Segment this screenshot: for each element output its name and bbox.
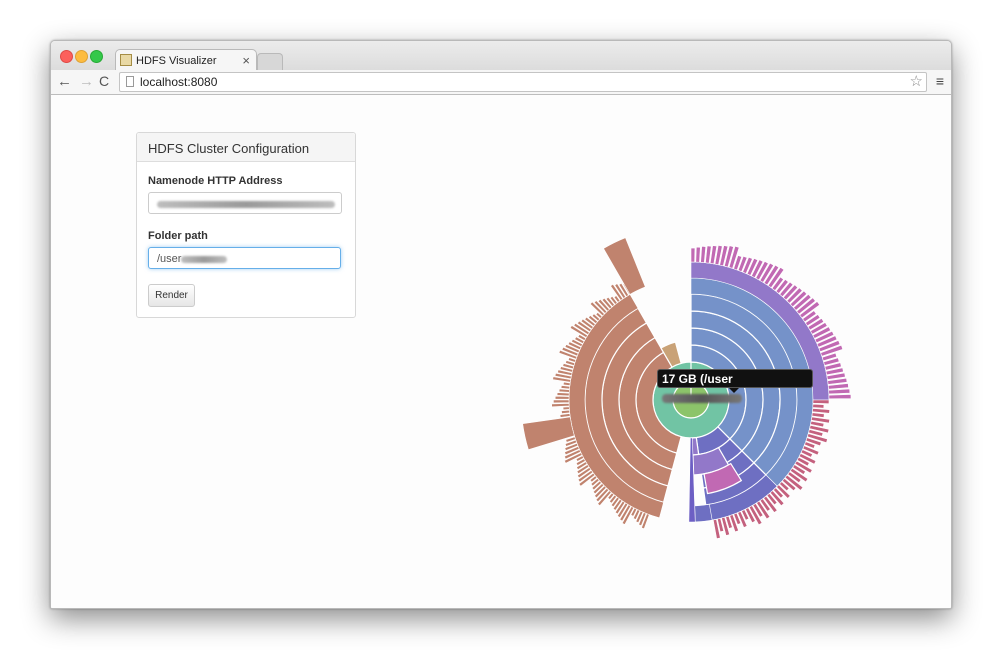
page-icon bbox=[126, 76, 134, 87]
sunburst-fringe-brown[interactable] bbox=[562, 381, 571, 386]
reload-icon[interactable]: C bbox=[99, 73, 109, 90]
panel-heading: HDFS Cluster Configuration bbox=[137, 133, 355, 162]
sunburst-fringe-brown[interactable] bbox=[553, 399, 570, 404]
tooltip-arrow bbox=[729, 388, 739, 393]
sunburst-fringe-brown[interactable] bbox=[551, 403, 570, 408]
sunburst-fringe-pink[interactable] bbox=[812, 408, 830, 414]
folder-path-label: Folder path bbox=[148, 230, 208, 242]
tooltip-text: 17 GB (/user bbox=[662, 372, 733, 386]
sunburst-fringe-brown[interactable] bbox=[562, 406, 570, 411]
window-minimize-button[interactable] bbox=[75, 50, 88, 63]
sunburst-tooltip: 17 GB (/user bbox=[657, 369, 813, 404]
cluster-config-panel: HDFS Cluster Configuration Namenode HTTP… bbox=[136, 132, 356, 318]
forward-arrow-icon[interactable]: → bbox=[79, 73, 94, 90]
browser-menu-icon[interactable]: ≡ bbox=[936, 74, 944, 88]
browser-window: HDFS Visualizer × ← → C localhost:8080 ☆… bbox=[50, 40, 952, 609]
url-text: localhost:8080 bbox=[140, 75, 218, 89]
sunburst-fringe-magenta[interactable] bbox=[695, 246, 701, 263]
sunburst-fringe-magenta[interactable] bbox=[828, 394, 852, 400]
sunburst-fringe-pink[interactable] bbox=[812, 403, 825, 409]
tab-title: HDFS Visualizer bbox=[136, 55, 217, 67]
page-viewport: HDFS Cluster Configuration Namenode HTTP… bbox=[51, 95, 951, 608]
panel-title: HDFS Cluster Configuration bbox=[148, 141, 310, 156]
sunburst-fringe-brown[interactable] bbox=[556, 392, 570, 397]
redacted-text bbox=[181, 255, 228, 263]
address-bar[interactable]: localhost:8080 ☆ bbox=[119, 72, 927, 92]
sunburst-fringe-pink[interactable] bbox=[812, 399, 830, 404]
sunburst-fringe-brown[interactable] bbox=[558, 388, 570, 393]
namenode-label: Namenode HTTP Address bbox=[148, 175, 283, 187]
browser-toolbar: ← → C localhost:8080 ☆ ≡ bbox=[51, 70, 951, 95]
render-button[interactable]: Render bbox=[148, 284, 195, 307]
browser-tab[interactable]: HDFS Visualizer × bbox=[115, 49, 257, 72]
sunburst-fringe-brown[interactable] bbox=[554, 395, 570, 400]
back-arrow-icon[interactable]: ← bbox=[57, 73, 72, 90]
sunburst-fringe-magenta[interactable] bbox=[690, 247, 696, 263]
window-close-button[interactable] bbox=[60, 50, 73, 63]
sunburst-fringe-pink[interactable] bbox=[811, 412, 825, 418]
bookmark-star-icon[interactable]: ☆ bbox=[910, 72, 923, 90]
tab-close-icon[interactable]: × bbox=[242, 53, 250, 68]
folder-path-value: /user bbox=[157, 253, 182, 265]
favicon-icon bbox=[120, 54, 132, 66]
browser-titlebar: HDFS Visualizer × bbox=[51, 41, 951, 72]
sunburst-fringe-magenta[interactable] bbox=[700, 246, 707, 263]
sunburst-fringe-brown[interactable] bbox=[559, 413, 571, 418]
redacted-text bbox=[157, 200, 335, 208]
sunburst-fringe-magenta[interactable] bbox=[827, 383, 849, 390]
redacted-text bbox=[662, 394, 742, 404]
window-maximize-button[interactable] bbox=[90, 50, 103, 63]
sunburst-segment-indigo[interactable] bbox=[694, 504, 713, 523]
sunburst-fringe-brown[interactable] bbox=[560, 385, 571, 390]
sunburst-fringe-magenta[interactable] bbox=[828, 388, 851, 395]
new-tab-button[interactable] bbox=[257, 53, 283, 70]
sunburst-fringe-brown[interactable] bbox=[561, 409, 570, 414]
folder-path-input[interactable]: /user bbox=[148, 247, 341, 269]
namenode-address-input[interactable] bbox=[148, 192, 342, 214]
